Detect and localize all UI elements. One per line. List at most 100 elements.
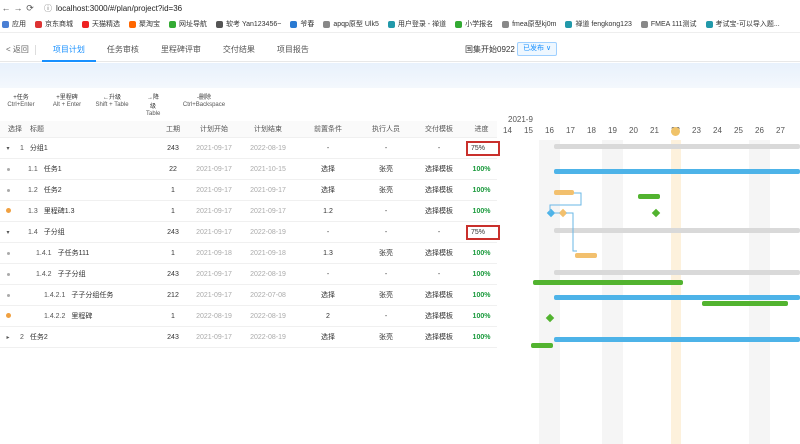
bookmark-item[interactable]: 考试宝-可以导入题... xyxy=(705,19,780,29)
tab-3[interactable]: 里程碑评审 xyxy=(150,38,212,62)
row-selector[interactable] xyxy=(0,292,16,299)
bookmark-item[interactable]: 网址导航 xyxy=(169,19,207,29)
table-row[interactable]: 1.4.2 子子分组 243 2021-09-17 2022-08-19 - - - 100% xyxy=(0,264,497,285)
table-row[interactable]: 1.2 任务2 1 2021-09-17 2021-09-17 选择 张亮 选择模板 100% xyxy=(0,180,497,201)
table-row[interactable]: 1.4.2.1 子子分组任务 212 2021-09-17 2022-07-08 选择 张亮… xyxy=(0,285,497,306)
bookmark-item[interactable]: 爷春 xyxy=(290,19,314,29)
row-title[interactable]: 1 分组1 xyxy=(16,143,158,153)
toolbar-button[interactable]: -删除 Ctrl+Backspace xyxy=(180,92,228,108)
row-prerequisite[interactable]: 选择 xyxy=(296,185,360,195)
bookmark-icon xyxy=(35,20,42,28)
toolbar-button[interactable]: ←升级 Shift + Table xyxy=(92,92,132,108)
bookmark-icon xyxy=(640,20,648,28)
row-selector[interactable] xyxy=(0,271,16,278)
reload-icon[interactable]: ⟳ xyxy=(24,3,36,14)
row-progress: 100% xyxy=(472,312,491,320)
bookmark-item[interactable]: 应用 xyxy=(2,19,26,29)
row-template[interactable]: 选择模板 xyxy=(412,206,466,216)
toolbar-button[interactable]: +里程碑 Alt + Enter xyxy=(50,92,84,108)
bookmark-item[interactable]: 天猫精选 xyxy=(82,19,120,29)
row-executor[interactable]: 张亮 xyxy=(360,185,412,195)
bookmark-item[interactable]: 小学报名 xyxy=(455,19,493,29)
table-row[interactable]: 1.3 里程碑1.3 1 2021-09-17 2021-09-17 1.2 - 选择模板 10… xyxy=(0,201,497,222)
info-icon[interactable]: ⓘ xyxy=(44,3,52,14)
forward-arrow-icon[interactable]: → xyxy=(12,3,24,13)
table-row[interactable]: 1.4.1 子任务111 1 2021-09-18 2021-09-18 1.3 张亮 选择模… xyxy=(0,243,497,264)
row-title[interactable]: 1.4.2.2 里程碑 xyxy=(16,311,158,321)
row-template[interactable]: 选择模板 xyxy=(412,185,466,195)
caret-icon[interactable]: ▾ xyxy=(3,145,13,152)
tab-5[interactable]: 项目报告 xyxy=(266,38,320,62)
row-executor[interactable]: 张亮 xyxy=(360,290,412,300)
row-title[interactable]: 1.2 任务2 xyxy=(16,185,158,195)
bookmark-label: 网址导航 xyxy=(179,21,207,28)
bookmark-item[interactable]: apqp原型 Ulk5 xyxy=(323,19,379,29)
bookmark-item[interactable]: 禅道 fengkong123 xyxy=(565,19,632,29)
table-row[interactable]: ▾ 1.4 子分组 243 2021-09-17 2022-08-19 - - - 75% xyxy=(0,222,501,243)
row-selector[interactable] xyxy=(0,312,16,320)
bookmark-item[interactable]: 软考 Yan123456~ xyxy=(216,19,281,29)
row-selector[interactable] xyxy=(0,187,16,194)
toolbar-button[interactable]: +任务 Ctrl+Enter xyxy=(6,92,36,108)
url-field[interactable]: localhost:3000/#/plan/project?id=36 xyxy=(56,4,182,13)
row-selector[interactable]: ▾ xyxy=(0,229,16,236)
row-progress-cell: 100% xyxy=(466,250,497,257)
row-prerequisite[interactable]: 选择 xyxy=(296,290,360,300)
bookmark-item[interactable]: fmea原型kj0m xyxy=(502,19,556,29)
row-type-icon xyxy=(5,207,11,213)
status-dropdown[interactable]: 已发布 ∨ xyxy=(517,42,558,56)
row-selector[interactable]: ▸ xyxy=(0,334,16,341)
row-progress: 100% xyxy=(472,249,491,257)
caret-icon[interactable]: ▸ xyxy=(3,334,13,341)
row-selector[interactable] xyxy=(0,207,16,215)
table-row[interactable]: 1.4.2.2 里程碑 1 2022-08-19 2022-08-19 2 - 选择模板 100… xyxy=(0,306,497,327)
row-prerequisite[interactable]: 选择 xyxy=(296,332,360,342)
toolbar-button-shortcut: Alt + Enter xyxy=(52,102,82,108)
row-title[interactable]: 1.3 里程碑1.3 xyxy=(16,206,158,216)
row-template[interactable]: 选择模板 xyxy=(412,164,466,174)
row-prerequisite: - xyxy=(326,144,330,152)
tab-4[interactable]: 交付结果 xyxy=(212,38,266,62)
bookmark-label: 用户登录 - 禅道 xyxy=(397,21,447,28)
table-row[interactable]: ▾ 1 分组1 243 2021-09-17 2022-08-19 - - - 75% xyxy=(0,138,501,159)
row-progress: 100% xyxy=(472,186,491,194)
row-executor[interactable]: 张亮 xyxy=(360,164,412,174)
table-row[interactable]: 1.1 任务1 22 2021-09-17 2021-10-15 选择 张亮 选择模板 100% xyxy=(0,159,497,180)
row-title[interactable]: 1.4.2.1 子子分组任务 xyxy=(16,290,158,300)
table-row[interactable]: ▸ 2 任务2 243 2021-09-17 2022-08-19 选择 张亮 选择模板 100% xyxy=(0,327,497,348)
bookmark-icon xyxy=(502,20,510,28)
row-title[interactable]: 1.4.2 子子分组 xyxy=(16,269,158,279)
caret-icon[interactable]: ▾ xyxy=(3,229,13,236)
bookmark-item[interactable]: FMEA 111测试 xyxy=(640,19,697,29)
row-title[interactable]: 1.4.1 子任务111 xyxy=(16,248,158,258)
row-title[interactable]: 1.1 任务1 xyxy=(16,164,158,174)
row-selector[interactable]: ▾ xyxy=(0,145,16,152)
row-prerequisite[interactable]: 选择 xyxy=(296,164,360,174)
tab-2[interactable]: 任务审核 xyxy=(96,38,150,62)
row-prerequisite: - xyxy=(326,270,330,278)
row-template[interactable]: 选择模板 xyxy=(412,311,466,321)
bookmark-label: apqp原型 Ulk5 xyxy=(333,21,379,28)
row-title[interactable]: 1.4 子分组 xyxy=(16,227,158,237)
row-executor[interactable]: 张亮 xyxy=(360,332,412,342)
row-template[interactable]: 选择模板 xyxy=(412,332,466,342)
row-selector[interactable] xyxy=(0,250,16,257)
gantt-chart: 2021-9 1415161718192021222324252627 xyxy=(497,113,800,444)
row-template[interactable]: 选择模板 xyxy=(412,248,466,258)
back-button[interactable]: < 返回 xyxy=(6,44,42,55)
row-number: 1 xyxy=(20,145,24,152)
toolbar-button[interactable]: →降级 Table xyxy=(146,92,160,117)
row-number: 1.2 xyxy=(28,187,38,194)
row-number: 1.4.1 xyxy=(36,250,52,257)
row-selector[interactable] xyxy=(0,166,16,173)
row-template[interactable]: 选择模板 xyxy=(412,290,466,300)
tab-1[interactable]: 项目计划 xyxy=(41,38,96,62)
bookmark-item[interactable]: 聚淘宝 xyxy=(129,19,160,29)
back-arrow-icon[interactable]: ← xyxy=(0,3,12,13)
header-prerequisite: 前置条件 xyxy=(314,126,342,133)
row-executor[interactable]: 张亮 xyxy=(360,248,412,258)
bookmark-item[interactable]: 用户登录 - 禅道 xyxy=(387,19,447,29)
row-title[interactable]: 2 任务2 xyxy=(16,332,158,342)
bookmark-item[interactable]: 京东商城 xyxy=(35,19,73,29)
row-work: 1 xyxy=(171,249,175,257)
